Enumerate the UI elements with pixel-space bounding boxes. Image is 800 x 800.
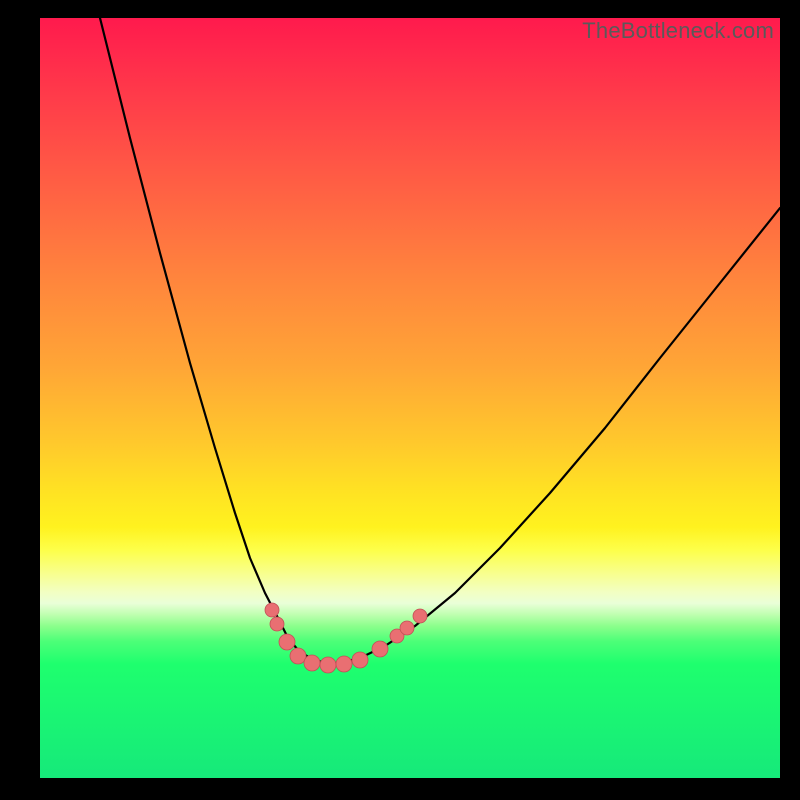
marker-dot — [372, 641, 388, 657]
marker-dot — [320, 657, 336, 673]
marker-dot — [400, 621, 414, 635]
bottleneck-curve — [100, 18, 780, 663]
marker-dot — [270, 617, 284, 631]
marker-group — [265, 603, 427, 673]
chart-frame: TheBottleneck.com — [0, 0, 800, 800]
marker-dot — [265, 603, 279, 617]
marker-dot — [336, 656, 352, 672]
plot-area: TheBottleneck.com — [40, 18, 780, 778]
marker-dot — [413, 609, 427, 623]
marker-dot — [279, 634, 295, 650]
marker-dot — [352, 652, 368, 668]
marker-dot — [290, 648, 306, 664]
marker-dot — [304, 655, 320, 671]
curve-layer — [40, 18, 780, 778]
watermark-text: TheBottleneck.com — [582, 18, 774, 44]
